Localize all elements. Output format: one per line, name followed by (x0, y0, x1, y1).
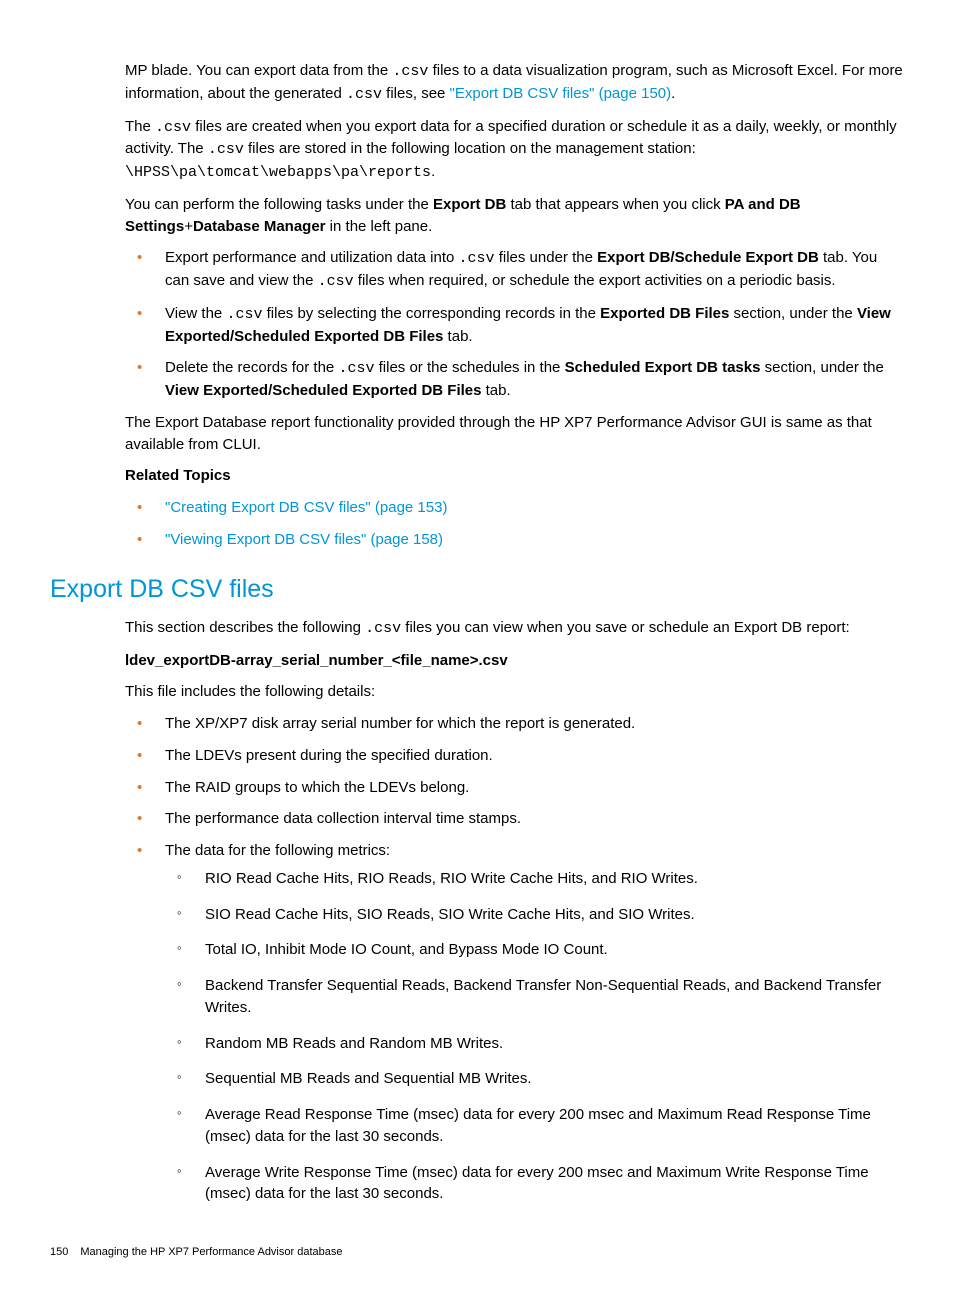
bold: Database Manager (193, 218, 326, 235)
related-topics-list: "Creating Export DB CSV files" (page 153… (125, 497, 904, 551)
code: .csv (346, 86, 382, 103)
code: .csv (155, 119, 191, 136)
text: . (431, 163, 435, 180)
details-list: The XP/XP7 disk array serial number for … (125, 713, 904, 1205)
page-number: 150 (50, 1245, 68, 1261)
bold: View Exported/Scheduled Exported DB File… (165, 382, 481, 399)
bold: Scheduled Export DB tasks (565, 359, 761, 376)
text: Export performance and utilization data … (165, 249, 459, 266)
text: files under the (495, 249, 598, 266)
paragraph-intro: MP blade. You can export data from the .… (125, 60, 904, 106)
code: .csv (365, 620, 401, 637)
paragraph-section-intro: This section describes the following .cs… (125, 617, 904, 640)
code: .csv (338, 360, 374, 377)
text: This section describes the following (125, 619, 365, 636)
filename-heading: ldev_exportDB-array_serial_number_<file_… (125, 650, 904, 672)
text: . (671, 85, 675, 102)
paragraph-functionality: The Export Database report functionality… (125, 412, 904, 456)
link-export-db-csv-files[interactable]: "Export DB CSV files" (page 150) (450, 85, 672, 102)
text: files by selecting the corresponding rec… (262, 305, 600, 322)
text: files you can view when you save or sche… (401, 619, 850, 636)
text: files when required, or schedule the exp… (354, 272, 836, 289)
text: section, under the (760, 359, 883, 376)
list-item: Export performance and utilization data … (125, 247, 904, 293)
bold: Export DB (433, 196, 506, 213)
code: .csv (226, 306, 262, 323)
text: + (184, 218, 193, 235)
text: in the left pane. (326, 218, 433, 235)
text: tab. (443, 328, 472, 345)
code: .csv (392, 63, 428, 80)
code-path: \HPSS\pa\tomcat\webapps\pa\reports (125, 164, 431, 181)
text: Delete the records for the (165, 359, 338, 376)
text: files or the schedules in the (374, 359, 564, 376)
link-viewing-export-db-csv[interactable]: "Viewing Export DB CSV files" (page 158) (165, 531, 443, 548)
text: The data for the following metrics: (165, 842, 390, 859)
list-item: The RAID groups to which the LDEVs belon… (125, 777, 904, 799)
code: .csv (459, 250, 495, 267)
bold: Export DB/Schedule Export DB (597, 249, 819, 266)
text: MP blade. You can export data from the (125, 62, 392, 79)
code: .csv (208, 141, 244, 158)
metrics-list: RIO Read Cache Hits, RIO Reads, RIO Writ… (165, 868, 904, 1205)
text: View the (165, 305, 226, 322)
list-item: Sequential MB Reads and Sequential MB Wr… (165, 1068, 904, 1090)
list-item: Delete the records for the .csv files or… (125, 357, 904, 402)
list-item: RIO Read Cache Hits, RIO Reads, RIO Writ… (165, 868, 904, 890)
paragraph-tasks: You can perform the following tasks unde… (125, 194, 904, 238)
text: files, see (382, 85, 450, 102)
list-item: View the .csv files by selecting the cor… (125, 303, 904, 348)
page-footer: 150 Managing the HP XP7 Performance Advis… (50, 1245, 904, 1261)
text: The (125, 118, 155, 135)
text: tab that appears when you click (506, 196, 724, 213)
list-item: "Creating Export DB CSV files" (page 153… (125, 497, 904, 519)
list-item: The XP/XP7 disk array serial number for … (125, 713, 904, 735)
list-item: Backend Transfer Sequential Reads, Backe… (165, 975, 904, 1019)
paragraph-file-includes: This file includes the following details… (125, 681, 904, 703)
task-list: Export performance and utilization data … (125, 247, 904, 402)
list-item: Average Write Response Time (msec) data … (165, 1162, 904, 1206)
list-item: The data for the following metrics: RIO … (125, 840, 904, 1205)
text: files are stored in the following locati… (244, 140, 696, 157)
link-creating-export-db-csv[interactable]: "Creating Export DB CSV files" (page 153… (165, 499, 447, 516)
text: section, under the (729, 305, 857, 322)
text: tab. (481, 382, 510, 399)
code: .csv (318, 273, 354, 290)
list-item: The LDEVs present during the specified d… (125, 745, 904, 767)
list-item: Random MB Reads and Random MB Writes. (165, 1033, 904, 1055)
list-item: SIO Read Cache Hits, SIO Reads, SIO Writ… (165, 904, 904, 926)
footer-text: Managing the HP XP7 Performance Advisor … (80, 1246, 342, 1258)
list-item: "Viewing Export DB CSV files" (page 158) (125, 529, 904, 551)
section-heading-export-db-csv: Export DB CSV files (50, 571, 904, 607)
list-item: Total IO, Inhibit Mode IO Count, and Byp… (165, 939, 904, 961)
bold: Exported DB Files (600, 305, 729, 322)
paragraph-location: The .csv files are created when you expo… (125, 116, 904, 184)
related-topics-heading: Related Topics (125, 465, 904, 487)
list-item: The performance data collection interval… (125, 808, 904, 830)
text: You can perform the following tasks unde… (125, 196, 433, 213)
list-item: Average Read Response Time (msec) data f… (165, 1104, 904, 1148)
